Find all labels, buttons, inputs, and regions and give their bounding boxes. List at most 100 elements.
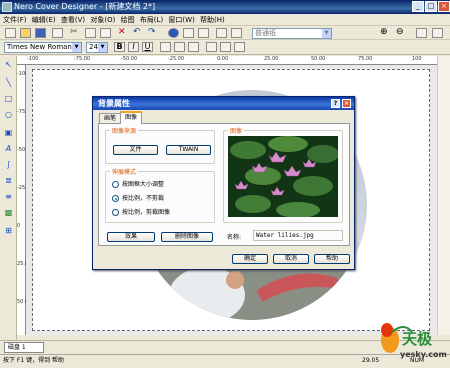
twain-button[interactable]: TWAIN: [166, 145, 211, 155]
menu-layout[interactable]: 布局(L): [140, 16, 163, 24]
ruler-label: -50.00: [121, 56, 138, 62]
menu-edit[interactable]: 编辑(E): [32, 16, 56, 24]
close-button[interactable]: ×: [438, 1, 450, 12]
open-icon[interactable]: [20, 28, 31, 38]
image-icon[interactable]: [198, 28, 209, 38]
align-right-icon[interactable]: [188, 42, 199, 52]
ruler-label: -100: [27, 56, 39, 62]
menu-file[interactable]: 文件(F): [3, 16, 27, 24]
curved-text-icon[interactable]: ∫: [3, 160, 14, 170]
chevron-down-icon: ▼: [98, 43, 107, 52]
frame-icon[interactable]: ⊞: [3, 226, 14, 236]
radio-keep-ratio[interactable]: 按比例，不剪裁: [112, 195, 164, 203]
cut-icon[interactable]: ✂: [70, 28, 81, 38]
ruler-label: 50.00: [311, 56, 326, 62]
ellipse-icon[interactable]: ○: [3, 110, 14, 120]
menu-help[interactable]: 帮助(H): [200, 16, 225, 24]
image-source-group: 图像来源 文件 TWAIN: [105, 126, 215, 164]
cancel-button[interactable]: 取消: [273, 254, 309, 264]
image-tool-icon[interactable]: ▣: [3, 128, 14, 138]
title-bar: Nero Cover Designer - [新建文档 2*] _ □ ×: [0, 0, 450, 14]
font-size-value: 24: [89, 43, 98, 51]
help-button[interactable]: 帮助: [314, 254, 350, 264]
new-icon[interactable]: [5, 28, 16, 38]
dialog-help-button[interactable]: ?: [331, 99, 340, 108]
rectangle-icon[interactable]: □: [3, 94, 14, 104]
font-size-combo[interactable]: 24 ▼: [86, 42, 108, 53]
ruler-label: -25.00: [168, 56, 185, 62]
text-icon[interactable]: A: [3, 144, 14, 154]
fill-color-icon[interactable]: [234, 42, 245, 52]
ok-button[interactable]: 确定: [232, 254, 268, 264]
dialog-close-button[interactable]: ×: [342, 99, 351, 108]
radio-dot: [112, 209, 119, 216]
tab-image[interactable]: 图像: [120, 111, 143, 124]
copy-icon[interactable]: [85, 28, 96, 38]
tab-disc-label: 磁盘 1: [8, 344, 26, 351]
radio-label: 按比例，不剪裁: [122, 195, 165, 202]
redo-icon[interactable]: ↷: [148, 28, 159, 38]
remove-image-button[interactable]: 删除图像: [161, 232, 213, 242]
print-icon[interactable]: [52, 28, 63, 38]
chevron-down-icon: ▼: [72, 43, 81, 52]
align-left-icon[interactable]: [160, 42, 171, 52]
window-title: Nero Cover Designer - [新建文档 2*]: [14, 2, 156, 11]
water-lilies-image: [228, 136, 338, 217]
menu-view[interactable]: 查看(V): [61, 16, 85, 24]
style-combo-value: 普通纸: [255, 29, 276, 37]
list-icon[interactable]: ≣: [3, 176, 14, 186]
maximize-button[interactable]: □: [425, 1, 437, 12]
radio-dot: [112, 181, 119, 188]
bold-icon[interactable]: B: [114, 42, 125, 52]
tab-panel: 图像来源 文件 TWAIN 伸展模式 按图框大小调整 按比例，不剪裁 按比例，剪…: [98, 123, 350, 246]
menu-draw[interactable]: 绘图: [121, 16, 135, 24]
properties-icon[interactable]: [183, 28, 194, 38]
table-icon[interactable]: ≡: [3, 192, 14, 202]
format-toolbar: Times New Roman ▼ 24 ▼ B I U: [0, 40, 450, 55]
yesky-watermark: 天极 yesky.com: [378, 318, 448, 366]
image-preview-title: 图像: [228, 126, 245, 135]
align-center-icon[interactable]: [174, 42, 185, 52]
pointer-icon[interactable]: ↖: [3, 60, 14, 70]
zoom-out-icon[interactable]: ⊖: [396, 28, 407, 38]
vertical-ruler: -100 -75.00 -50.00 -25.00 0 25.00 50.00: [17, 65, 33, 335]
vertical-scrollbar[interactable]: [437, 56, 450, 335]
fit-page-icon[interactable]: [432, 28, 443, 38]
radio-ratio-crop[interactable]: 按比例，剪裁图像: [112, 209, 170, 217]
name-label: 名称:: [227, 234, 242, 241]
underline-icon[interactable]: U: [142, 42, 153, 52]
tab-disc-1[interactable]: 磁盘 1: [4, 342, 44, 353]
dialog-title-bar: 背景属性 ? ×: [93, 97, 354, 110]
ungroup-icon[interactable]: [231, 28, 242, 38]
undo-icon[interactable]: ↶: [133, 28, 144, 38]
save-icon[interactable]: [35, 28, 46, 38]
radio-fit-frame[interactable]: 按图框大小调整: [112, 181, 164, 189]
file-button[interactable]: 文件: [113, 145, 158, 155]
watermark-text: 天极: [402, 330, 433, 348]
menu-window[interactable]: 窗口(W): [168, 16, 194, 24]
delete-icon[interactable]: ✕: [118, 28, 129, 38]
paste-icon[interactable]: [100, 28, 111, 38]
line-icon[interactable]: ╲: [3, 78, 14, 88]
font-combo[interactable]: Times New Roman ▼: [4, 42, 82, 53]
justify-icon[interactable]: [206, 42, 217, 52]
zoom-in-icon[interactable]: ⊕: [380, 28, 391, 38]
status-hint: 按下 F1 键，得到 帮助: [3, 357, 64, 364]
italic-icon[interactable]: I: [128, 42, 139, 52]
text-color-icon[interactable]: [220, 42, 231, 52]
ruler-label: 100: [412, 56, 422, 62]
toolbox: ↖ ╲ □ ○ ▣ A ∫ ≣ ≡ ▩ ⊞: [0, 56, 17, 354]
minimize-button[interactable]: _: [412, 1, 424, 12]
image-preview: [228, 136, 338, 217]
background-icon[interactable]: ▩: [3, 208, 14, 218]
dialog-title: 背景属性: [98, 99, 130, 108]
ruler-label: 75.00: [358, 56, 373, 62]
group-icon[interactable]: [216, 28, 227, 38]
style-combo[interactable]: 普通纸 ▼: [252, 28, 332, 39]
page-icon[interactable]: [416, 28, 427, 38]
menu-object[interactable]: 对象(O): [90, 16, 115, 24]
radio-label: 按图框大小调整: [122, 181, 165, 188]
ruler-label: -75.00: [74, 56, 91, 62]
info-icon[interactable]: [168, 28, 179, 38]
effects-button[interactable]: 效果: [107, 232, 155, 242]
